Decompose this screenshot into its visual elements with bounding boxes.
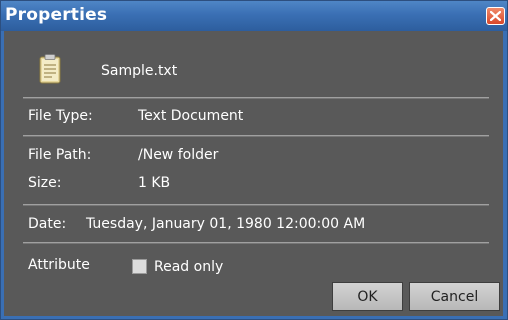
size-label: Size: [28, 175, 62, 191]
close-button[interactable] [486, 7, 505, 25]
file-name: Sample.txt [101, 63, 178, 79]
title-bar[interactable]: Properties [1, 1, 507, 31]
cancel-button[interactable]: Cancel [409, 282, 500, 311]
file-path-value: /New folder [138, 147, 219, 163]
properties-dialog: Properties Sample.txt File Type: Text Do… [0, 0, 508, 320]
separator [23, 204, 489, 206]
close-icon [490, 11, 501, 21]
window-title: Properties [5, 5, 108, 25]
separator [23, 97, 489, 99]
window-right-border [503, 31, 507, 319]
text-file-icon [39, 54, 61, 84]
window-left-border [1, 31, 4, 319]
ok-button[interactable]: OK [332, 282, 403, 311]
date-value: Tuesday, January 01, 1980 12:00:00 AM [86, 216, 366, 232]
file-path-label: File Path: [28, 147, 92, 163]
window-bottom-border [1, 316, 507, 319]
attribute-label: Attribute [28, 257, 90, 273]
read-only-label[interactable]: Read only [154, 259, 223, 275]
size-value: 1 KB [138, 175, 171, 191]
date-label: Date: [28, 216, 67, 232]
separator [23, 135, 489, 137]
file-type-label: File Type: [28, 108, 93, 124]
file-type-value: Text Document [138, 108, 244, 124]
separator [23, 242, 489, 244]
read-only-checkbox[interactable] [132, 259, 147, 274]
